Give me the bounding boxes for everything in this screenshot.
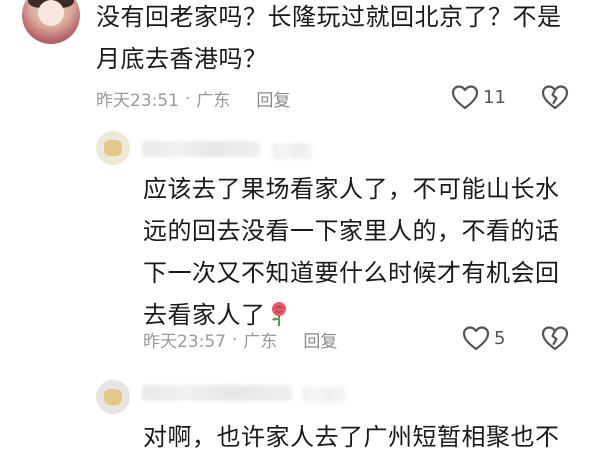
like-button[interactable]: 5 [462, 325, 505, 351]
location: 广东 [243, 332, 278, 352]
comment-text: 没有回老家吗？长隆玩过就回北京了？不是 月底去香港吗？ [96, 0, 576, 80]
comment-line: 对啊，也许家人去了广州短暂相聚也不 [143, 423, 560, 451]
comment-line: 没有回老家吗？长隆玩过就回北京了？不是 [96, 3, 562, 31]
comment-line: 远的回去没看一下家里人的，不看的话 [143, 217, 560, 245]
avatar[interactable] [96, 131, 130, 165]
location: 广东 [196, 91, 231, 111]
comment-line: 去看家人了 [143, 301, 266, 329]
reply-button[interactable]: 回复 [256, 86, 290, 111]
separator: · [232, 329, 238, 350]
username-blurred [142, 141, 260, 157]
comment-text: 应该去了果场看家人了，不可能山长水 远的回去没看一下家里人的，不看的话 下一次又… [143, 168, 583, 340]
dislike-button[interactable] [541, 84, 569, 110]
like-count: 11 [483, 86, 506, 108]
username-blurred [142, 385, 292, 401]
dislike-button[interactable] [541, 325, 569, 351]
separator: · [185, 88, 191, 109]
heart-outline-icon [451, 84, 479, 110]
comment-meta: 昨天23:57 · 广东 回复 [143, 327, 337, 353]
comment-line: 月底去香港吗？ [96, 45, 268, 73]
broken-heart-icon [541, 84, 569, 110]
broken-heart-icon [541, 325, 569, 351]
avatar[interactable] [96, 380, 130, 414]
comment-meta: 昨天23:51 · 广东 回复 [96, 86, 290, 112]
avatar-face [38, 0, 64, 26]
username-blurred [302, 387, 346, 403]
comment-text: 对啊，也许家人去了广州短暂相聚也不 [143, 416, 583, 456]
avatar[interactable] [22, 0, 80, 44]
timestamp: 昨天23:51 [96, 91, 179, 111]
reply-button[interactable]: 回复 [303, 327, 337, 352]
comment-line: 下一次又不知道要什么时候才有机会回 [143, 259, 560, 287]
timestamp: 昨天23:57 [143, 332, 226, 352]
like-count: 5 [494, 327, 506, 349]
heart-outline-icon [462, 325, 490, 351]
username-blurred [272, 143, 312, 159]
comment-line: 应该去了果场看家人了，不可能山长水 [143, 175, 560, 203]
like-button[interactable]: 11 [451, 84, 506, 110]
